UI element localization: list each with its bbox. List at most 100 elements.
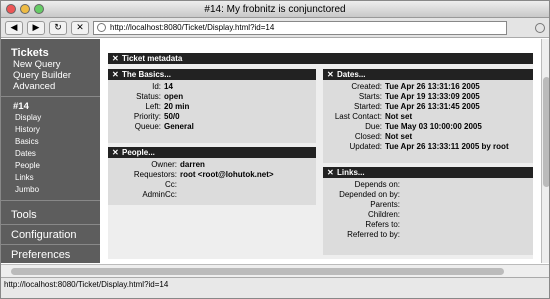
vertical-scroll-thumb[interactable] bbox=[543, 77, 549, 187]
dates-row: Closed: Not set bbox=[323, 132, 533, 142]
sidebar-sub-jumbo[interactable]: Jumbo bbox=[1, 184, 100, 196]
basics-row: Left: 20 min bbox=[108, 102, 316, 112]
ticket-metadata-title: Ticket metadata bbox=[122, 54, 183, 63]
dates-label: Created: bbox=[351, 82, 382, 91]
dates-value: Tue Apr 19 13:33:09 2005 bbox=[385, 92, 480, 101]
links-label: Parents: bbox=[370, 200, 400, 209]
collapse-icon[interactable]: ✕ bbox=[327, 167, 337, 178]
basics-label: Queue: bbox=[134, 122, 161, 131]
people-label: AdminCc: bbox=[142, 190, 177, 199]
links-label: Refers to: bbox=[365, 220, 400, 229]
url-text: http://localhost:8080/Ticket/Display.htm… bbox=[110, 23, 275, 32]
basics-box: ✕ The Basics... Id: 14 Status: open Left: 20 m… bbox=[108, 69, 316, 143]
sidebar-section-preferences[interactable]: Preferences bbox=[1, 245, 100, 264]
zoom-window-button[interactable] bbox=[34, 4, 44, 14]
links-row: Referred to by: bbox=[323, 230, 533, 240]
dates-box: ✕ Dates... Created: Tue Apr 26 13:31:16 20… bbox=[323, 69, 533, 163]
sidebar-section-configuration[interactable]: Configuration bbox=[1, 225, 100, 244]
basics-label: Id: bbox=[152, 82, 161, 91]
dates-value: Tue May 03 10:00:00 2005 bbox=[385, 122, 482, 131]
stop-button[interactable]: ✕ bbox=[71, 20, 89, 35]
reload-icon: ↻ bbox=[54, 22, 62, 32]
links-label: Referred to by: bbox=[347, 230, 400, 239]
ticket-metadata-header[interactable]: ✕ Ticket metadata bbox=[108, 53, 533, 64]
people-value: root <root@lohutok.net> bbox=[180, 170, 274, 179]
basics-label: Status: bbox=[136, 92, 161, 101]
back-button[interactable]: ◀ bbox=[5, 20, 23, 35]
globe-icon bbox=[97, 23, 106, 32]
dates-row: Starts: Tue Apr 19 13:33:09 2005 bbox=[323, 92, 533, 102]
vertical-scrollbar[interactable] bbox=[541, 39, 549, 263]
collapse-icon[interactable]: ✕ bbox=[112, 69, 122, 80]
dates-row: Updated: Tue Apr 26 13:33:11 2005 by root bbox=[323, 142, 533, 152]
forward-button[interactable]: ▶ bbox=[27, 20, 45, 35]
sidebar-sub-people[interactable]: People bbox=[1, 160, 100, 172]
basics-row: Status: open bbox=[108, 92, 316, 102]
sidebar: Tickets New Query Query Builder Advanced… bbox=[1, 39, 100, 263]
people-row: Owner: darren bbox=[108, 160, 316, 170]
basics-row: Queue: General bbox=[108, 122, 316, 132]
horizontal-scrollbar[interactable] bbox=[1, 264, 549, 277]
basics-label: Left: bbox=[145, 102, 161, 111]
address-bar[interactable]: http://localhost:8080/Ticket/Display.htm… bbox=[93, 20, 507, 35]
dates-value: Tue Apr 26 13:31:45 2005 bbox=[385, 102, 480, 111]
dates-row: Created: Tue Apr 26 13:31:16 2005 bbox=[323, 82, 533, 92]
dates-value: Not set bbox=[385, 112, 413, 121]
links-row: Depends on: bbox=[323, 180, 533, 190]
dates-label: Last Contact: bbox=[334, 112, 382, 121]
people-row: Requestors: root <root@lohutok.net> bbox=[108, 170, 316, 180]
collapse-icon[interactable]: ✕ bbox=[112, 147, 122, 158]
links-label: Children: bbox=[367, 210, 400, 219]
title-bar: #14: My frobnitz is conjunctored bbox=[1, 1, 549, 18]
dates-title: Dates... bbox=[337, 70, 366, 79]
sidebar-heading-tickets[interactable]: Tickets bbox=[1, 39, 100, 59]
dates-row: Started: Tue Apr 26 13:31:45 2005 bbox=[323, 102, 533, 112]
sidebar-sub-display[interactable]: Display bbox=[1, 112, 100, 124]
sidebar-sub-history[interactable]: History bbox=[1, 124, 100, 136]
window-title: #14: My frobnitz is conjunctored bbox=[204, 4, 346, 15]
links-row: Depended on by: bbox=[323, 190, 533, 200]
links-header[interactable]: ✕ Links... bbox=[323, 167, 533, 178]
close-window-button[interactable] bbox=[6, 4, 16, 14]
stop-icon: ✕ bbox=[76, 22, 84, 32]
sidebar-link-new-query[interactable]: New Query bbox=[1, 59, 100, 70]
toolbar: ◀ ▶ ↻ ✕ http://localhost:8080/Ticket/Dis… bbox=[1, 18, 549, 38]
people-row: Cc: bbox=[108, 180, 316, 190]
basics-value: 20 min bbox=[164, 102, 190, 111]
people-title: People... bbox=[122, 148, 155, 157]
sidebar-ticket-id[interactable]: #14 bbox=[1, 101, 100, 112]
collapse-icon[interactable]: ✕ bbox=[327, 69, 337, 80]
dates-header[interactable]: ✕ Dates... bbox=[323, 69, 533, 80]
basics-value: 50/0 bbox=[164, 112, 180, 121]
dates-value: Tue Apr 26 13:31:16 2005 bbox=[385, 82, 480, 91]
basics-header[interactable]: ✕ The Basics... bbox=[108, 69, 316, 80]
reload-button[interactable]: ↻ bbox=[49, 20, 67, 35]
links-box: ✕ Links... Depends on: Depended on by: Pare… bbox=[323, 167, 533, 255]
ticket-content: ✕ Ticket metadata ✕ The Basics... Id: 14 Sta… bbox=[100, 39, 541, 263]
sidebar-sub-links[interactable]: Links bbox=[1, 172, 100, 184]
browser-window: #14: My frobnitz is conjunctored ◀ ▶ ↻ ✕… bbox=[0, 0, 550, 299]
people-header[interactable]: ✕ People... bbox=[108, 147, 316, 158]
minimize-window-button[interactable] bbox=[20, 4, 30, 14]
sidebar-link-query-builder[interactable]: Query Builder bbox=[1, 70, 100, 81]
sidebar-section-tools[interactable]: Tools bbox=[1, 205, 100, 224]
collapse-icon[interactable]: ✕ bbox=[112, 53, 122, 64]
status-bar: http://localhost:8080/Ticket/Display.htm… bbox=[1, 277, 549, 298]
people-value: darren bbox=[180, 160, 205, 169]
people-box: ✕ People... Owner: darren Requestors: root <… bbox=[108, 147, 316, 205]
sidebar-link-advanced[interactable]: Advanced bbox=[1, 81, 100, 92]
sidebar-sub-dates[interactable]: Dates bbox=[1, 148, 100, 160]
horizontal-scroll-thumb[interactable] bbox=[11, 268, 504, 275]
dates-label: Closed: bbox=[354, 132, 382, 141]
dates-label: Started: bbox=[353, 102, 382, 111]
dates-label: Starts: bbox=[358, 92, 382, 101]
dates-label: Updated: bbox=[349, 142, 382, 151]
people-row: AdminCc: bbox=[108, 190, 316, 200]
status-text: http://localhost:8080/Ticket/Display.htm… bbox=[4, 280, 169, 289]
people-label: Cc: bbox=[165, 180, 177, 189]
people-label: Owner: bbox=[151, 160, 177, 169]
sidebar-sub-basics[interactable]: Basics bbox=[1, 136, 100, 148]
search-icon[interactable] bbox=[535, 22, 545, 33]
links-row: Children: bbox=[323, 210, 533, 220]
back-arrow-icon: ◀ bbox=[10, 22, 18, 32]
